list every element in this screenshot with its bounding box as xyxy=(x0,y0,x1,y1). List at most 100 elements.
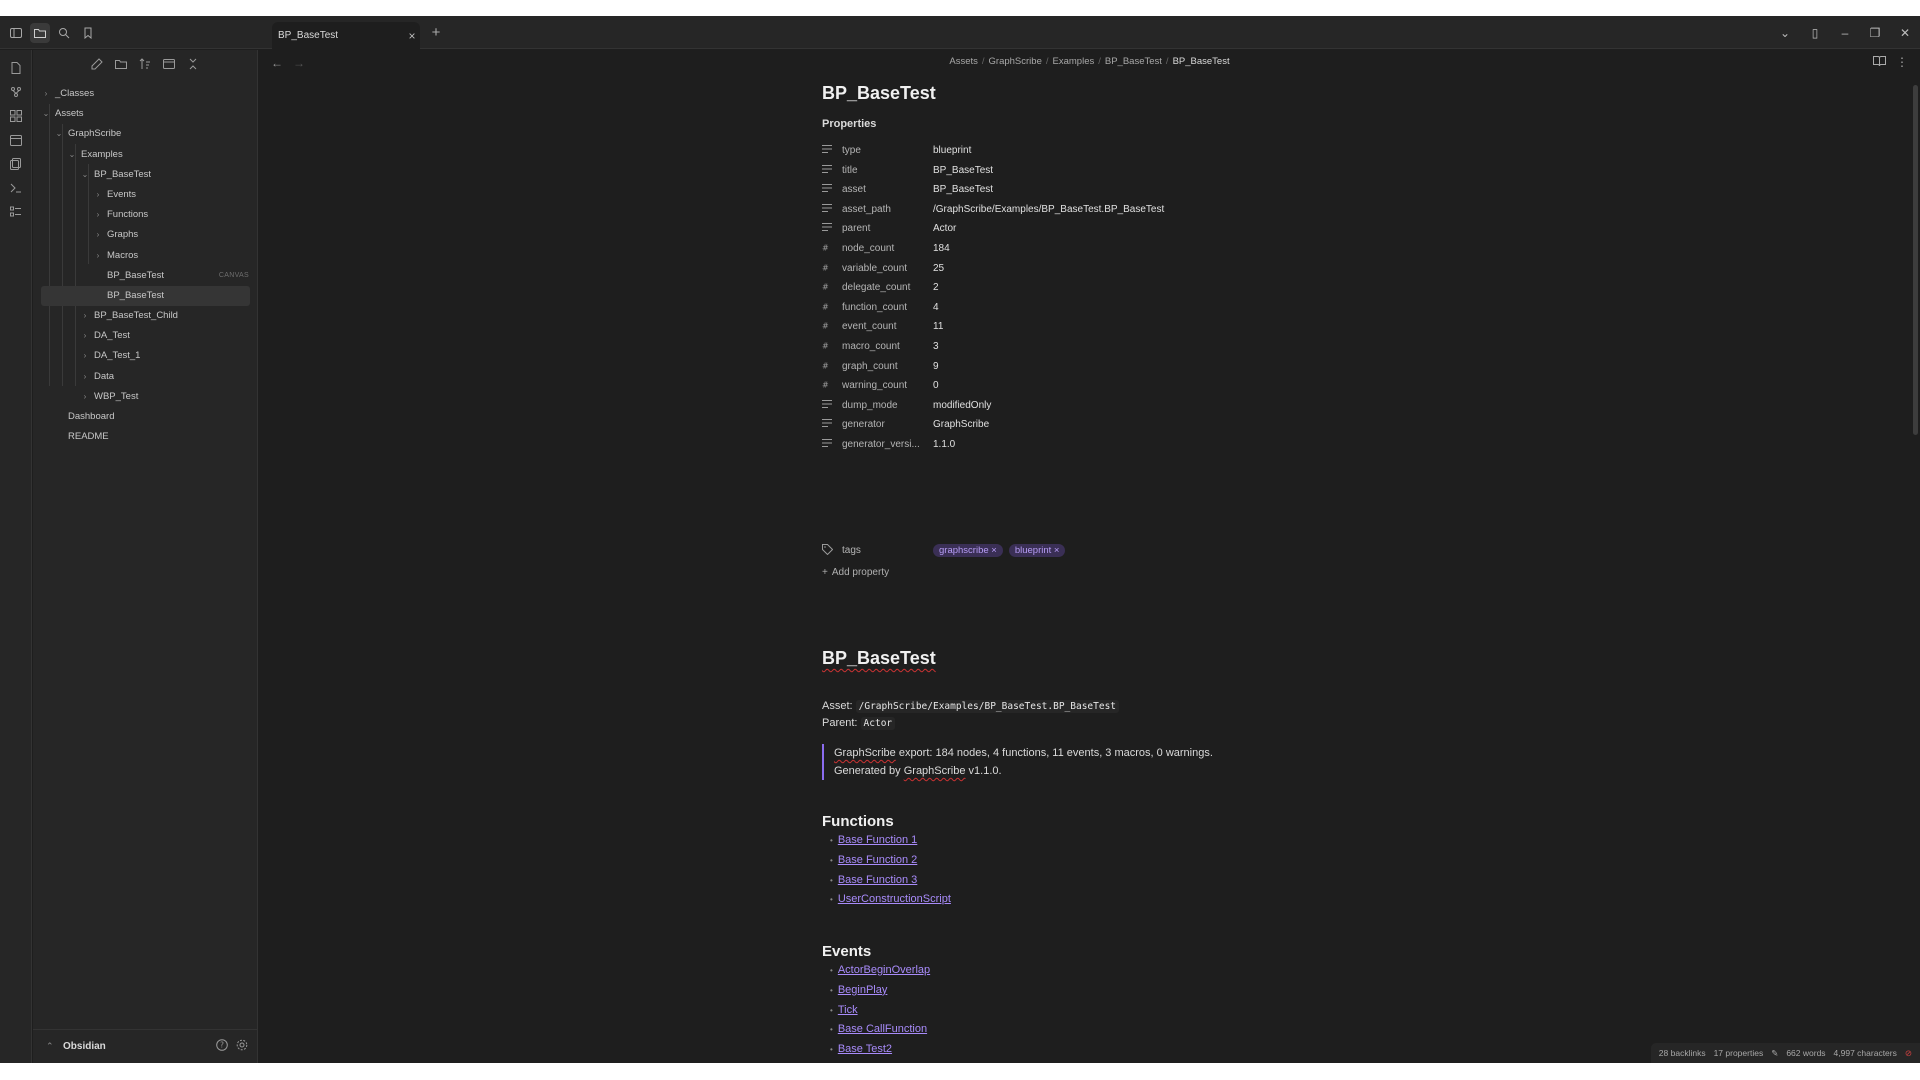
collapse-all-icon[interactable] xyxy=(185,56,201,72)
property-row[interactable]: # event_count 11 xyxy=(822,317,1342,336)
inline-title[interactable]: BP_BaseTest xyxy=(822,83,936,104)
toggle-right-sidebar-icon[interactable]: ▯ xyxy=(1800,26,1830,40)
internal-link[interactable]: Tick xyxy=(838,1004,858,1016)
graph-view-icon[interactable] xyxy=(0,80,32,104)
terminal-icon[interactable] xyxy=(0,176,32,200)
search-icon[interactable] xyxy=(54,23,74,43)
reading-view-icon[interactable] xyxy=(1873,55,1886,70)
sort-icon[interactable] xyxy=(137,56,153,72)
internal-link[interactable]: Base CallFunction xyxy=(838,1023,927,1035)
internal-link[interactable]: BeginPlay xyxy=(838,984,888,996)
breadcrumb-item[interactable]: BP_BaseTest xyxy=(1105,56,1162,67)
settings-gear-icon[interactable] xyxy=(236,1039,248,1054)
property-row[interactable]: type blueprint xyxy=(822,141,1342,160)
restore-icon[interactable]: ❐ xyxy=(1860,26,1890,40)
tree-item[interactable]: ⌄ Assets xyxy=(33,104,258,124)
property-row[interactable]: # graph_count 9 xyxy=(822,357,1342,376)
property-value[interactable]: 4 xyxy=(933,302,939,313)
property-row[interactable]: asset_path/GraphScribe/Examples/BP_BaseT… xyxy=(822,200,1342,219)
property-value[interactable]: Actor xyxy=(933,223,956,234)
tree-item[interactable]: › Functions xyxy=(33,205,258,225)
new-note-icon[interactable] xyxy=(89,56,105,72)
tree-item[interactable]: Dashboard xyxy=(33,407,258,427)
new-folder-icon[interactable] xyxy=(113,56,129,72)
tab-bp-basetest[interactable]: BP_BaseTest × xyxy=(272,22,420,49)
tree-item[interactable]: › Events xyxy=(33,185,258,205)
breadcrumb-item[interactable]: Examples xyxy=(1053,56,1095,67)
remove-tag-icon[interactable]: × xyxy=(1051,545,1060,556)
property-row[interactable]: # variable_count 25 xyxy=(822,259,1342,278)
property-row[interactable]: generator_versi... 1.1.0 xyxy=(822,435,1342,454)
property-value[interactable]: blueprint xyxy=(933,145,971,156)
tree-item[interactable]: › _Classes xyxy=(33,84,258,104)
tree-item[interactable]: ⌄ BP_BaseTest xyxy=(33,165,258,185)
tree-item[interactable]: › DA_Test xyxy=(33,326,258,346)
property-value[interactable]: 184 xyxy=(933,243,950,254)
property-value[interactable]: BP_BaseTest xyxy=(933,184,993,195)
tree-item[interactable]: › DA_Test_1 xyxy=(33,346,258,366)
canvas-icon[interactable] xyxy=(0,104,32,128)
tag-pill[interactable]: blueprint × xyxy=(1008,544,1066,557)
tree-item[interactable]: BP_BaseTest CANVAS xyxy=(33,266,258,286)
tree-item[interactable]: ⌄ GraphScribe xyxy=(33,124,258,144)
remove-tag-icon[interactable]: × xyxy=(989,545,997,556)
tree-item[interactable]: › Macros xyxy=(33,246,258,266)
property-value[interactable]: 0 xyxy=(933,380,939,391)
tree-item[interactable]: › Data xyxy=(33,367,258,387)
property-row[interactable]: parent Actor xyxy=(822,219,1342,238)
files-icon[interactable] xyxy=(30,22,50,43)
property-row[interactable]: asset BP_BaseTest xyxy=(822,180,1342,199)
property-value[interactable]: 3 xyxy=(933,341,939,352)
minimize-icon[interactable]: – xyxy=(1830,26,1860,40)
properties-heading[interactable]: Properties xyxy=(822,118,876,130)
internal-link[interactable]: UserConstructionScript xyxy=(838,893,951,905)
property-value[interactable]: /GraphScribe/Examples/BP_BaseTest.BP_Bas… xyxy=(933,204,1164,215)
help-icon[interactable]: ? xyxy=(216,1039,228,1054)
new-tab-icon[interactable]: + xyxy=(428,24,444,42)
calendar-icon[interactable] xyxy=(0,128,32,152)
tree-item[interactable]: BP_BaseTest xyxy=(41,285,250,307)
property-row-tags[interactable]: tags graphscribe × blueprint × xyxy=(822,541,1342,560)
tree-item[interactable]: › WBP_Test xyxy=(33,387,258,407)
tree-item[interactable]: README xyxy=(33,427,258,447)
breadcrumb-item[interactable]: BP_BaseTest xyxy=(1173,56,1230,67)
property-value[interactable]: GraphScribe xyxy=(933,419,989,430)
close-icon[interactable]: × xyxy=(404,29,420,43)
internal-link[interactable]: Base Test2 xyxy=(838,1043,892,1055)
property-value[interactable]: modifiedOnly xyxy=(933,400,991,411)
property-value[interactable]: 9 xyxy=(933,361,939,372)
internal-link[interactable]: ActorBeginOverlap xyxy=(838,964,930,976)
property-value[interactable]: BP_BaseTest xyxy=(933,165,993,176)
internal-link[interactable]: Base Function 2 xyxy=(838,854,918,866)
property-value[interactable]: 11 xyxy=(933,321,943,332)
vault-switcher[interactable]: ⌃ Obsidian ? xyxy=(33,1029,258,1063)
close-window-icon[interactable]: ✕ xyxy=(1890,26,1920,40)
property-value[interactable]: 25 xyxy=(933,263,944,274)
property-row[interactable]: # node_count 184 xyxy=(822,239,1342,258)
property-row[interactable]: # delegate_count 2 xyxy=(822,278,1342,297)
templates-icon[interactable] xyxy=(0,152,32,176)
tag-pill[interactable]: graphscribe × xyxy=(933,544,1003,557)
more-options-icon[interactable]: ⋮ xyxy=(1896,55,1908,70)
property-row[interactable]: dump_mode modifiedOnly xyxy=(822,396,1342,415)
scrollbar[interactable] xyxy=(1913,85,1918,435)
breadcrumb-item[interactable]: Assets xyxy=(949,56,978,67)
tree-item[interactable]: ⌄ Examples xyxy=(33,145,258,165)
tree-item[interactable]: › BP_BaseTest_Child xyxy=(33,306,258,326)
property-row[interactable]: generator GraphScribe xyxy=(822,415,1342,434)
breadcrumb-item[interactable]: GraphScribe xyxy=(989,56,1042,67)
property-value[interactable]: 2 xyxy=(933,282,939,293)
property-value[interactable]: 1.1.0 xyxy=(933,439,955,450)
property-row[interactable]: # warning_count 0 xyxy=(822,376,1342,395)
open-quick-switcher-icon[interactable] xyxy=(0,56,32,80)
internal-link[interactable]: Base Function 3 xyxy=(838,874,918,886)
auto-reveal-icon[interactable] xyxy=(161,56,177,72)
sync-error-icon[interactable]: ⊘ xyxy=(1905,1048,1912,1059)
bookmark-icon[interactable] xyxy=(78,23,98,43)
chevron-down-icon[interactable]: ⌄ xyxy=(1770,26,1800,40)
add-property-button[interactable]: + Add property xyxy=(822,567,889,578)
property-row[interactable]: title BP_BaseTest xyxy=(822,161,1342,180)
edit-icon[interactable]: ✎ xyxy=(1771,1048,1778,1059)
internal-link[interactable]: Base Function 1 xyxy=(838,834,918,846)
tree-item[interactable]: › Graphs xyxy=(33,225,258,245)
